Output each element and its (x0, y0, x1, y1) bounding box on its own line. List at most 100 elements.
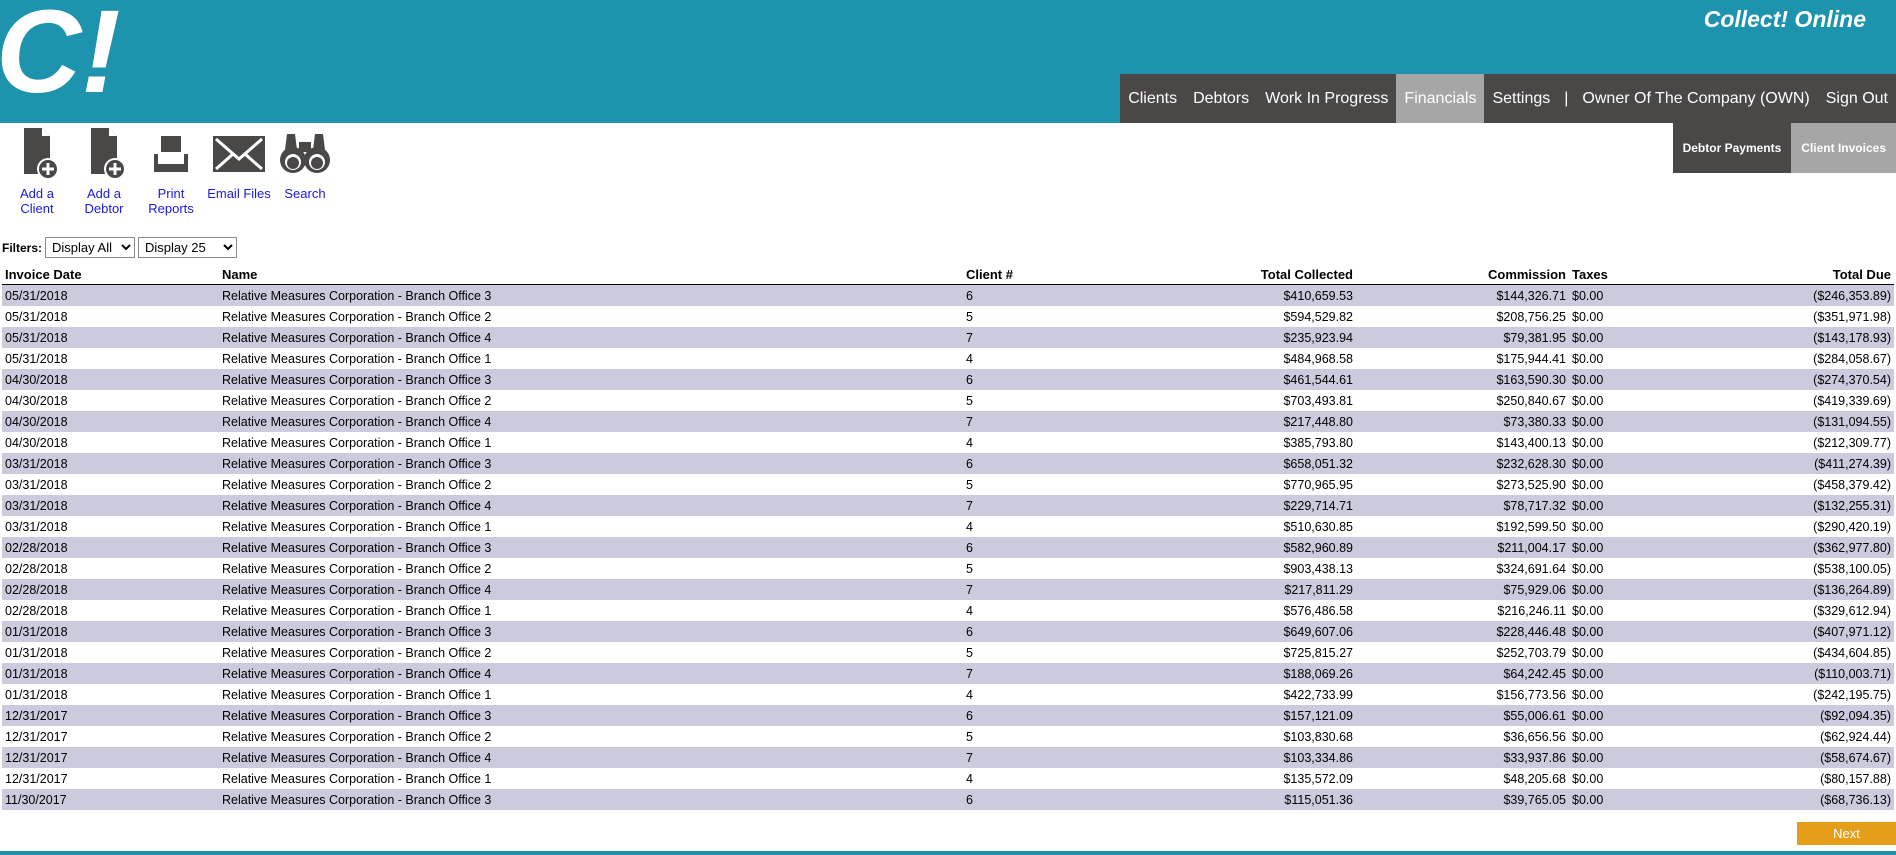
cell-total-collected: $103,334.86 (1143, 747, 1356, 768)
table-row[interactable]: 01/31/2018 Relative Measures Corporation … (2, 663, 1894, 684)
cell-client-number: 4 (966, 435, 973, 450)
cell-invoice-date: 04/30/2018 (2, 411, 219, 432)
table-row[interactable]: 11/30/2017 Relative Measures Corporation … (2, 789, 1894, 810)
col-invoice-date[interactable]: Invoice Date (2, 264, 219, 285)
nav-financials[interactable]: Financials (1396, 74, 1485, 123)
cell-name: Relative Measures Corporation - Branch O… (222, 519, 492, 534)
table-row[interactable]: 02/28/2018 Relative Measures Corporation … (2, 558, 1894, 579)
cell-name: Relative Measures Corporation - Branch O… (219, 495, 963, 516)
table-row[interactable]: 12/31/2017 Relative Measures Corporation … (2, 768, 1894, 789)
cell-taxes: $0.00 (1572, 645, 1604, 660)
app-header: C! Collect! Online Clients Debtors Work … (0, 0, 1896, 123)
cell-name: Relative Measures Corporation - Branch O… (222, 477, 492, 492)
nav-work-in-progress[interactable]: Work In Progress (1257, 74, 1396, 123)
cell-client-number: 6 (963, 453, 1143, 474)
table-row[interactable]: 03/31/2018 Relative Measures Corporation … (2, 474, 1894, 495)
nav-settings[interactable]: Settings (1484, 74, 1558, 123)
add-debtor-label: Add a Debtor (84, 186, 124, 216)
nav-debtors[interactable]: Debtors (1185, 74, 1257, 123)
cell-invoice-date: 05/31/2018 (2, 327, 219, 348)
cell-total-due: ($68,736.13) (1677, 789, 1894, 810)
table-row[interactable]: 05/31/2018 Relative Measures Corporation … (2, 306, 1894, 327)
cell-invoice-date: 01/31/2018 (2, 663, 219, 684)
search-button[interactable]: Search (270, 126, 340, 201)
cell-client-number: 7 (963, 663, 1143, 684)
cell-commission: $48,205.68 (1503, 771, 1566, 786)
cell-taxes: $0.00 (1572, 477, 1604, 492)
cell-commission: $192,599.50 (1496, 519, 1566, 534)
table-header-row: Invoice Date Name Client # Total Collect… (2, 264, 1894, 285)
table-row[interactable]: 12/31/2017 Relative Measures Corporation … (2, 705, 1894, 726)
cell-commission: $78,717.32 (1356, 495, 1569, 516)
cell-invoice-date: 03/31/2018 (2, 495, 219, 516)
col-client-number[interactable]: Client # (963, 264, 1143, 285)
col-total-due[interactable]: Total Due (1677, 264, 1894, 285)
email-files-button[interactable]: Email Files (204, 126, 274, 201)
cell-name: Relative Measures Corporation - Branch O… (219, 747, 963, 768)
cell-client-number: 6 (963, 369, 1143, 390)
table-row[interactable]: 12/31/2017 Relative Measures Corporation … (2, 747, 1894, 768)
cell-taxes: $0.00 (1569, 579, 1677, 600)
table-row[interactable]: 02/28/2018 Relative Measures Corporation … (2, 537, 1894, 558)
cell-name: Relative Measures Corporation - Branch O… (222, 687, 492, 702)
col-commission[interactable]: Commission (1356, 264, 1569, 285)
col-taxes[interactable]: Taxes (1569, 264, 1677, 285)
table-row[interactable]: 02/28/2018 Relative Measures Corporation … (2, 579, 1894, 600)
nav-sign-out[interactable]: Sign Out (1818, 74, 1896, 123)
col-name[interactable]: Name (219, 264, 963, 285)
next-page-button[interactable]: Next (1797, 822, 1896, 845)
cell-client-number: 6 (963, 705, 1143, 726)
cell-commission: $79,381.95 (1356, 327, 1569, 348)
table-row[interactable]: 05/31/2018 Relative Measures Corporation … (2, 348, 1894, 369)
table-row[interactable]: 02/28/2018 Relative Measures Corporation … (2, 600, 1894, 621)
table-row[interactable]: 05/31/2018 Relative Measures Corporation … (2, 284, 1894, 306)
cell-total-collected: $703,493.81 (1283, 393, 1353, 408)
cell-name: Relative Measures Corporation - Branch O… (219, 369, 963, 390)
table-row[interactable]: 03/31/2018 Relative Measures Corporation … (2, 495, 1894, 516)
nav-clients[interactable]: Clients (1120, 74, 1185, 123)
col-total-collected[interactable]: Total Collected (1143, 264, 1356, 285)
cell-invoice-date: 11/30/2017 (2, 789, 219, 810)
add-debtor-button[interactable]: Add a Debtor (69, 126, 139, 216)
collect-logo[interactable]: C! (0, 0, 120, 102)
cell-total-due: ($212,309.77) (1813, 435, 1891, 450)
table-row[interactable]: 04/30/2018 Relative Measures Corporation … (2, 411, 1894, 432)
table-row[interactable]: 04/30/2018 Relative Measures Corporation … (2, 369, 1894, 390)
cell-total-due: ($411,274.39) (1677, 453, 1894, 474)
page-size-select[interactable]: Display 25 (138, 237, 238, 258)
print-reports-button[interactable]: Print Reports (136, 126, 206, 216)
cell-commission: $208,756.25 (1496, 309, 1566, 324)
cell-taxes: $0.00 (1572, 309, 1604, 324)
table-row[interactable]: 05/31/2018 Relative Measures Corporation … (2, 327, 1894, 348)
cell-total-due: ($329,612.94) (1813, 603, 1891, 618)
cell-total-due: ($242,195.75) (1813, 687, 1891, 702)
subnav-client-invoices[interactable]: Client Invoices (1791, 123, 1896, 173)
table-row[interactable]: 03/31/2018 Relative Measures Corporation … (2, 516, 1894, 537)
cell-total-collected: $576,486.58 (1283, 603, 1353, 618)
add-client-button[interactable]: Add a Client (2, 126, 72, 216)
cell-total-due: ($351,971.98) (1813, 309, 1891, 324)
display-filter-select[interactable]: Display All (45, 237, 136, 258)
cell-total-collected: $188,069.26 (1143, 663, 1356, 684)
cell-taxes: $0.00 (1569, 789, 1677, 810)
cell-taxes: $0.00 (1569, 747, 1677, 768)
table-row[interactable]: 01/31/2018 Relative Measures Corporation … (2, 642, 1894, 663)
cell-client-number: 6 (963, 537, 1143, 558)
table-row[interactable]: 12/31/2017 Relative Measures Corporation … (2, 726, 1894, 747)
cell-client-number: 5 (966, 645, 973, 660)
nav-user-account[interactable]: Owner Of The Company (OWN) (1574, 74, 1817, 123)
table-row[interactable]: 01/31/2018 Relative Measures Corporation … (2, 684, 1894, 705)
cell-taxes: $0.00 (1572, 519, 1604, 534)
table-row[interactable]: 03/31/2018 Relative Measures Corporation … (2, 453, 1894, 474)
subnav-debtor-payments[interactable]: Debtor Payments (1672, 123, 1792, 173)
cell-total-collected: $385,793.80 (1283, 435, 1353, 450)
table-row[interactable]: 04/30/2018 Relative Measures Corporation … (2, 390, 1894, 411)
cell-total-collected: $135,572.09 (1283, 771, 1353, 786)
table-row[interactable]: 01/31/2018 Relative Measures Corporation … (2, 621, 1894, 642)
cell-client-number: 4 (966, 519, 973, 534)
add-client-label: Add a Client (20, 186, 54, 216)
cell-client-number: 7 (963, 579, 1143, 600)
cell-total-collected: $582,960.89 (1143, 537, 1356, 558)
table-row[interactable]: 04/30/2018 Relative Measures Corporation … (2, 432, 1894, 453)
cell-total-collected: $770,965.95 (1283, 477, 1353, 492)
